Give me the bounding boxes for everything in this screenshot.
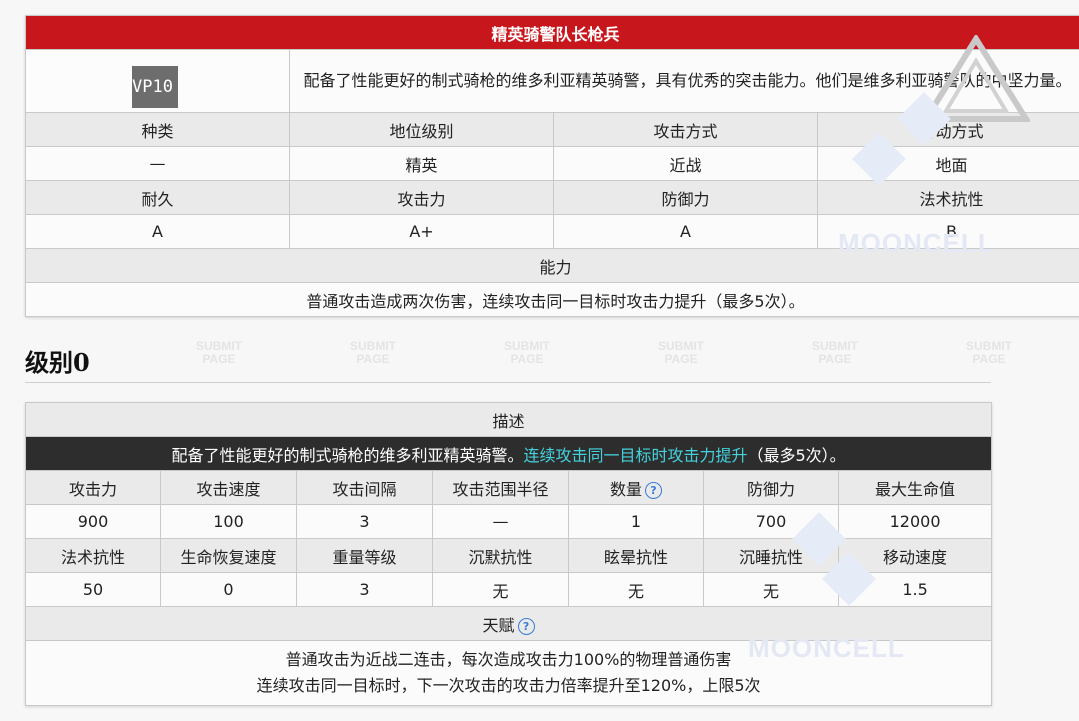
stat-value-res: 50	[25, 572, 161, 607]
stat-value-atk: 900	[25, 504, 161, 539]
stat-value-row-1: 900 100 3 — 1 700 12000	[25, 504, 993, 539]
stat-value-stun-res: 无	[568, 572, 704, 607]
value-attack-type: 近战	[553, 146, 818, 181]
watermark-submit: SUBMIT PAGE	[812, 339, 858, 366]
watermark-brand: MOONCELL	[748, 633, 905, 663]
stat-value-count: 1	[568, 504, 704, 539]
watermark-submit: SUBMIT PAGE	[966, 339, 1012, 366]
talent-line-1: 普通攻击为近战二连击，每次造成攻击力100%的物理普通伤害	[285, 650, 732, 669]
stat-value-atk-speed: 100	[160, 504, 297, 539]
enemy-icon: VP10	[132, 66, 178, 108]
watermark-submit: SUBMIT PAGE	[504, 339, 550, 366]
stat-value-max-hp: 12000	[837, 504, 993, 539]
value-row-1: — 精英 近战 地面	[25, 146, 1079, 181]
value-endurance: A	[25, 214, 290, 249]
stat-header-max-hp: 最大生命值	[837, 470, 993, 505]
header-defense: 防御力	[553, 180, 818, 215]
stat-header-atk-interval: 攻击间隔	[296, 470, 433, 505]
watermark-submit: SUBMIT PAGE	[658, 339, 704, 366]
stat-value-regen: 0	[160, 572, 297, 607]
enemy-name: 精英骑警队长枪兵	[24, 15, 1079, 50]
enemy-title-row: 精英骑警队长枪兵	[24, 15, 1079, 50]
stat-value-silence-res: 无	[432, 572, 569, 607]
header-attack: 攻击力	[289, 180, 554, 215]
value-attack: A+	[289, 214, 554, 249]
desc-label: 描述	[24, 402, 993, 437]
level-heading: 级别0	[25, 348, 90, 377]
value-type: —	[25, 146, 290, 181]
stat-header-atk: 攻击力	[25, 470, 161, 505]
stat-header-range: 攻击范围半径	[432, 470, 569, 505]
help-icon[interactable]: ?	[517, 617, 535, 635]
help-icon[interactable]: ?	[645, 481, 662, 499]
stat-value-weight: 3	[296, 572, 433, 607]
stat-header-count: 数量?	[568, 470, 704, 505]
value-defense: A	[553, 214, 818, 249]
level-divider	[25, 382, 991, 383]
stat-header-weight: 重量等级	[296, 538, 433, 573]
stat-header-def: 防御力	[703, 470, 839, 505]
stat-header-silence-res: 沉默抗性	[432, 538, 569, 573]
watermark-submit: SUBMIT PAGE	[350, 339, 396, 366]
desc-header-row: 描述	[24, 402, 993, 437]
stat-value-range: —	[432, 504, 569, 539]
stat-value-atk-interval: 3	[296, 504, 433, 539]
stat-header-row-1: 攻击力 攻击速度 攻击间隔 攻击范围半径 数量? 防御力 最大生命值	[25, 470, 993, 505]
header-endurance: 耐久	[25, 180, 290, 215]
ability-text: 普通攻击造成两次伤害，连续攻击同一目标时攻击力提升（最多5次）。	[24, 282, 1079, 317]
header-resistance: 法术抗性	[816, 180, 1079, 215]
stat-header-atk-speed: 攻击速度	[160, 470, 297, 505]
watermark-submit: SUBMIT PAGE	[196, 339, 242, 366]
desc-row: 配备了性能更好的制式骑枪的维多利亚精英骑警。连续攻击同一目标时攻击力提升（最多5…	[24, 436, 993, 471]
header-level: 地位级别	[289, 112, 554, 147]
stat-header-regen: 生命恢复速度	[160, 538, 297, 573]
enemy-info-table: 精英骑警队长枪兵 VP10 配备了性能更好的制式骑枪的维多利亚精英骑警，具有优秀…	[24, 15, 1079, 317]
watermark-brand: MOONCELL	[838, 228, 995, 258]
header-type: 种类	[25, 112, 290, 147]
header-attack-type: 攻击方式	[553, 112, 818, 147]
ability-row: 普通攻击造成两次伤害，连续攻击同一目标时攻击力提升（最多5次）。	[24, 282, 1079, 317]
stat-header-res: 法术抗性	[25, 538, 161, 573]
highlight-text: 连续攻击同一目标时攻击力提升	[523, 445, 748, 465]
talent-line-2: 连续攻击同一目标时，下一次攻击的攻击力倍率提升至120%，上限5次	[256, 676, 761, 695]
header-row-2: 耐久 攻击力 防御力 法术抗性	[25, 180, 1079, 215]
level-description: 配备了性能更好的制式骑枪的维多利亚精英骑警。连续攻击同一目标时攻击力提升（最多5…	[24, 436, 993, 471]
enemy-icon-cell: VP10	[25, 49, 290, 113]
stat-header-stun-res: 眩晕抗性	[568, 538, 704, 573]
value-level: 精英	[289, 146, 554, 181]
stat-value-sleep-res: 无	[703, 572, 839, 607]
